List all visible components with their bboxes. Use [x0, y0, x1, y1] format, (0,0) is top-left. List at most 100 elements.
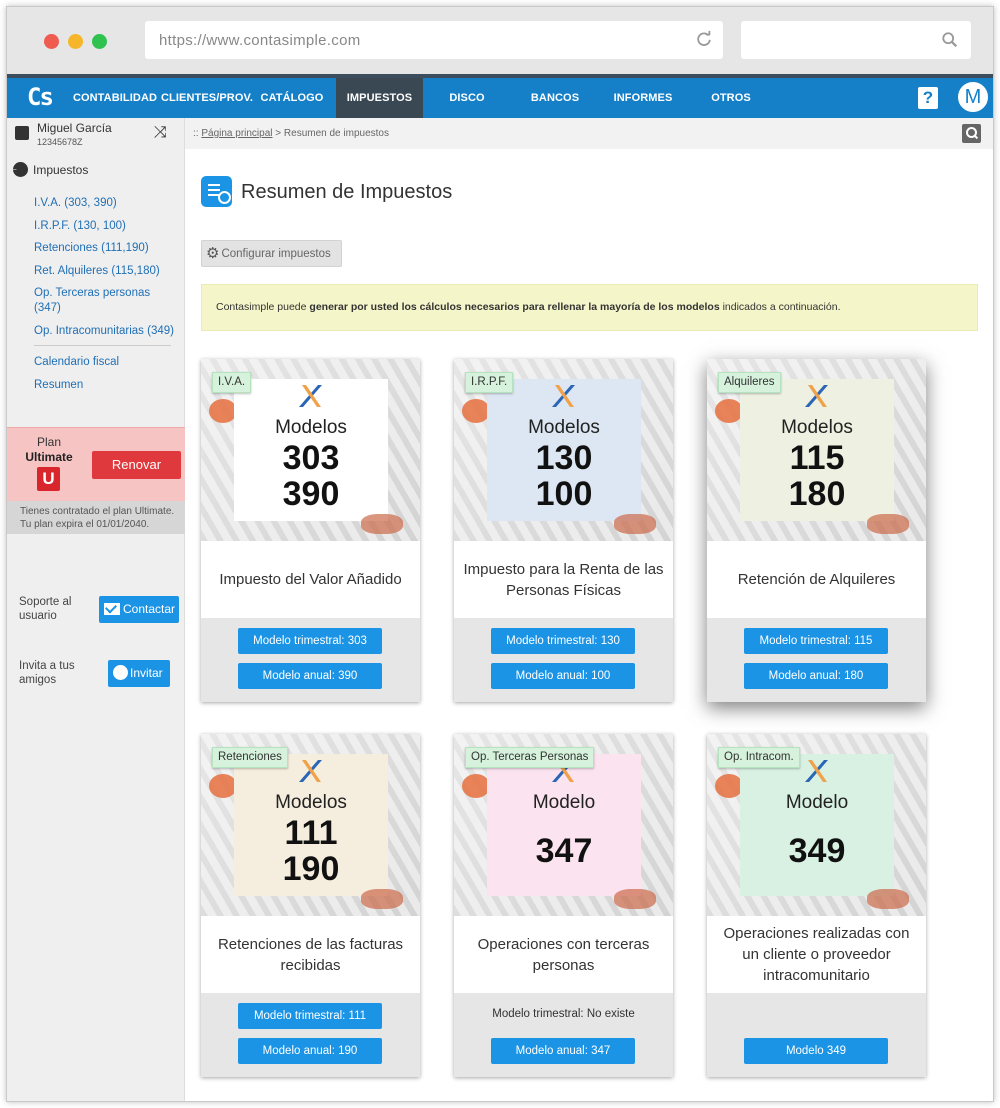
- aeat-logo-icon: [299, 760, 322, 782]
- card-description: Impuesto para la Renta de las Personas F…: [463, 560, 664, 599]
- browser-search-box[interactable]: [741, 21, 971, 59]
- quarterly-model-button[interactable]: Modelo trimestral: 130: [491, 628, 635, 654]
- invite-button[interactable]: Invitar: [108, 660, 170, 687]
- card-actions: Modelo trimestral: No existe Modelo anual…: [454, 993, 673, 1077]
- nav-bancos[interactable]: BANCOS: [519, 78, 591, 118]
- breadcrumb-home-link[interactable]: Página principal: [201, 128, 272, 139]
- annual-model-button[interactable]: Modelo anual: 100: [491, 663, 635, 689]
- annual-model-button[interactable]: Modelo anual: 180: [744, 663, 888, 689]
- category-tag: Retenciones: [212, 747, 288, 768]
- models-heading: Modelos: [275, 417, 347, 438]
- aeat-logo-icon: [805, 760, 828, 782]
- tax-summary-icon: [201, 176, 232, 207]
- sidebar-item-irpf[interactable]: I.R.P.F. (130, 100): [34, 219, 184, 234]
- user-card-icon: [15, 126, 29, 140]
- plan-label: Plan Ultimate: [25, 435, 73, 464]
- maximize-window-button[interactable]: [92, 34, 107, 49]
- annual-model-button[interactable]: Modelo anual: 190: [238, 1038, 382, 1064]
- card-background-image: Modelo 349 Op. Intracom.: [707, 734, 926, 916]
- card-background-image: Modelos 111 190 Retenciones: [201, 734, 420, 916]
- model-poster: Modelo 347: [487, 754, 641, 896]
- model-number: 115: [789, 439, 845, 477]
- nav-clientes-prov[interactable]: CLIENTES/PROV.: [161, 78, 253, 118]
- quarterly-model-button[interactable]: Modelo trimestral: 111: [238, 1003, 382, 1029]
- nav-disco-virtual[interactable]: DISCO VIRTUAL: [425, 78, 509, 144]
- switch-company-icon[interactable]: ⤨: [154, 124, 167, 142]
- search-icon[interactable]: [962, 124, 981, 143]
- models-heading: Modelo: [532, 792, 596, 813]
- card-description: Retención de Alquileres: [737, 571, 896, 588]
- models-heading: Modelos: [781, 417, 853, 438]
- model-poster: Modelos 303 390: [234, 379, 388, 521]
- tax-card[interactable]: Modelo 347 Op. Terceras Personas Operacione…: [454, 734, 673, 1077]
- card-actions: Modelo trimestral: 303 Modelo anual: 390: [201, 618, 420, 702]
- configure-taxes-button[interactable]: ⚙ Configurar impuestos: [201, 240, 342, 267]
- close-window-button[interactable]: [44, 34, 59, 49]
- quarterly-model-button[interactable]: Modelo trimestral: 115: [744, 628, 888, 654]
- annual-model-button[interactable]: Modelo anual: 390: [238, 663, 382, 689]
- card-background-image: Modelos 130 100 I.R.P.F.: [454, 359, 673, 541]
- tax-card[interactable]: Modelos 130 100 I.R.P.F. Impuesto para la Re…: [454, 359, 673, 702]
- minimize-window-button[interactable]: [68, 34, 83, 49]
- plan-badge: U: [37, 467, 60, 491]
- quarterly-model-button[interactable]: Modelo trimestral: 303: [238, 628, 382, 654]
- quarterly-model-note: Modelo trimestral: No existe: [492, 1008, 635, 1020]
- nav-impuestos[interactable]: IMPUESTOS: [336, 78, 423, 118]
- category-tag: I.R.P.F.: [465, 372, 514, 393]
- sidebar-section-title: Impuestos: [13, 162, 88, 177]
- sidebar-item-iva[interactable]: I.V.A. (303, 390): [34, 196, 184, 211]
- model-number: 347: [535, 832, 593, 870]
- aeat-logo-icon: [552, 385, 575, 407]
- nav-catalogo[interactable]: CATÁLOGO: [252, 78, 332, 118]
- model-number: 349: [788, 832, 846, 870]
- sidebar: Miguel García 12345678Z ⤨ Impuestos I.V.…: [7, 118, 185, 1101]
- address-bar[interactable]: https://www.contasimple.com: [145, 21, 723, 59]
- support-label: Soporte al usuario: [19, 596, 72, 622]
- sidebar-item-intracomunitarias[interactable]: Op. Intracomunitarias (349): [34, 324, 184, 339]
- sidebar-item-retenciones[interactable]: Retenciones (111,190): [34, 241, 184, 256]
- annual-model-button[interactable]: Modelo 349: [744, 1038, 888, 1064]
- user-selector[interactable]: Miguel García 12345678Z ⤨: [7, 118, 185, 151]
- nav-informes[interactable]: INFORMES: [605, 78, 681, 118]
- category-tag: Alquileres: [718, 372, 781, 393]
- help-icon[interactable]: ?: [918, 87, 938, 109]
- models-heading: Modelos: [528, 417, 600, 438]
- sidebar-item-calendario[interactable]: Calendario fiscal: [34, 355, 184, 370]
- main-navigation: Cs CONTABILIDAD CLIENTES/PROV. CATÁLOGO …: [7, 74, 993, 144]
- reload-icon[interactable]: [695, 30, 713, 48]
- tax-card[interactable]: Modelo 349 Op. Intracom. Operaciones realiz…: [707, 734, 926, 1077]
- model-number: 111: [284, 814, 338, 852]
- card-background-image: Modelo 347 Op. Terceras Personas: [454, 734, 673, 916]
- model-number: 390: [282, 475, 340, 513]
- card-description: Operaciones realizadas con un cliente o …: [723, 925, 910, 984]
- sidebar-divider: [34, 345, 171, 346]
- renew-button[interactable]: Renovar: [92, 451, 181, 479]
- model-number: 190: [282, 850, 340, 888]
- model-poster: Modelos 111 190: [234, 754, 388, 896]
- breadcrumb-bar: :: Página principal > Resumen de impuest…: [185, 118, 993, 149]
- annual-model-button[interactable]: Modelo anual: 347: [491, 1038, 635, 1064]
- card-description: Operaciones con terceras personas: [477, 935, 650, 974]
- nav-contabilidad[interactable]: CONTABILIDAD: [72, 78, 158, 118]
- contact-button[interactable]: Contactar: [99, 596, 179, 623]
- model-poster: Modelos 115 180: [740, 379, 894, 521]
- sidebar-item-resumen[interactable]: Resumen: [34, 378, 184, 393]
- models-heading: Modelos: [275, 792, 347, 813]
- plan-name: Ultimate: [25, 450, 73, 464]
- contasimple-logo[interactable]: Cs: [27, 83, 54, 111]
- page-title: Resumen de Impuestos: [241, 181, 453, 203]
- sidebar-item-terceras-personas[interactable]: Op. Terceras personas (347): [34, 286, 159, 316]
- avatar[interactable]: M: [956, 80, 990, 114]
- gear-icon: ⚙: [206, 245, 220, 262]
- pie-chart-icon: [13, 162, 28, 177]
- sidebar-item-alquileres[interactable]: Ret. Alquileres (115,180): [34, 264, 184, 279]
- category-tag: Op. Intracom.: [718, 747, 800, 768]
- tax-card[interactable]: Modelos 111 190 Retenciones Retenciones de l…: [201, 734, 420, 1077]
- tax-card[interactable]: Modelos 115 180 Alquileres Retención de Alqu…: [707, 359, 926, 702]
- user-nif: 12345678Z: [37, 137, 83, 147]
- card-actions: Modelo 349: [707, 993, 926, 1077]
- nav-otros[interactable]: OTROS: [697, 78, 765, 118]
- card-background-image: Modelos 115 180 Alquileres: [707, 359, 926, 541]
- tax-card[interactable]: Modelos 303 390 I.V.A. Impuesto del Valor Añ…: [201, 359, 420, 702]
- model-number: 100: [535, 475, 593, 513]
